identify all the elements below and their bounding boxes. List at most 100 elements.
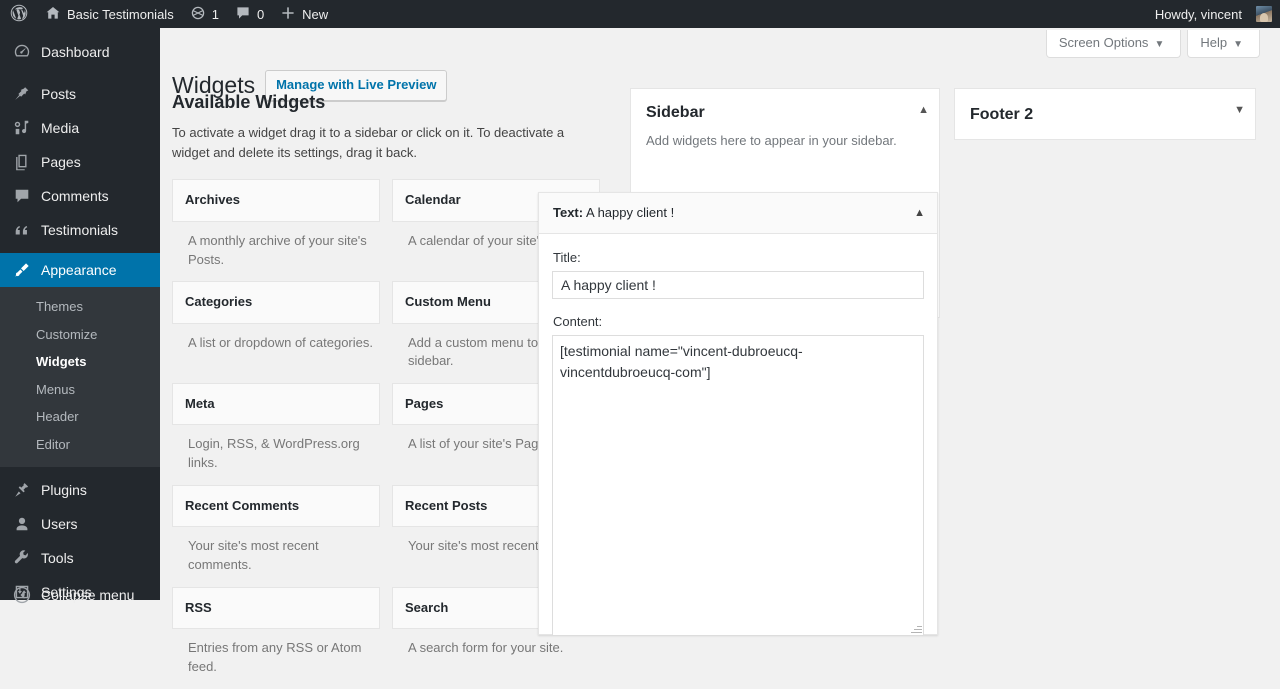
- chevron-up-icon[interactable]: ▲: [918, 105, 929, 116]
- sidebar-item-label: Pages: [41, 154, 81, 170]
- sidebar-item-label: Posts: [41, 86, 77, 102]
- page-body: Screen Options ▼ Help ▼ Widgets Manage wit…: [160, 28, 1280, 674]
- site-name-label: Basic Testimonials: [67, 6, 174, 22]
- text-widget-type-label: Text:: [553, 205, 584, 220]
- submenu-item-customize[interactable]: Customize: [0, 321, 160, 349]
- submenu-item-widgets[interactable]: Widgets: [0, 348, 160, 376]
- widget-description: Your site's most recent comments.: [188, 538, 319, 573]
- comments-count: 0: [256, 6, 265, 22]
- new-content-label: New: [302, 6, 329, 22]
- sidebar-widget-area-title: Sidebar: [646, 104, 705, 121]
- chevron-down-icon: ▼: [1233, 39, 1243, 50]
- sidebar-item-plugins[interactable]: Plugins: [0, 473, 160, 507]
- menu-spacer-top: [0, 28, 160, 35]
- widget-description: Login, RSS, & WordPress.org links.: [188, 436, 360, 471]
- text-widget-body: Title: Content: [testimonial name="vince…: [539, 234, 937, 637]
- title-input[interactable]: [552, 271, 924, 300]
- available-widgets-heading: Available Widgets: [172, 92, 326, 112]
- help-button[interactable]: Help ▼: [1187, 30, 1260, 59]
- comment-bubble-icon: [12, 186, 32, 206]
- submenu-item-editor[interactable]: Editor: [0, 431, 160, 459]
- sidebar-item-label: Dashboard: [41, 44, 110, 60]
- widget-cell: Archives A monthly archive of your site'…: [172, 179, 392, 281]
- pin-icon: [12, 84, 32, 104]
- pages-icon: [12, 152, 32, 172]
- sidebar-item-label: Tools: [41, 549, 74, 566]
- sidebar-item-label: Comments: [41, 188, 109, 204]
- sidebar-item-testimonials[interactable]: Testimonials: [0, 213, 160, 247]
- new-content-button[interactable]: New: [272, 0, 336, 28]
- menu-separator: [0, 69, 160, 77]
- text-widget-header[interactable]: Text: A happy client ! ▲: [539, 193, 937, 234]
- wordpress-logo-icon: [10, 4, 28, 25]
- widget-description: A search form for your site.: [408, 640, 564, 656]
- content-textarea-wrap: [testimonial name="vincent-dubroeucq-vin…: [552, 335, 924, 637]
- avatar: [1256, 6, 1272, 22]
- screen-meta-links: Screen Options ▼ Help ▼: [1045, 30, 1260, 59]
- chevron-down-icon[interactable]: ▼: [1234, 105, 1245, 116]
- widget-meta[interactable]: Meta: [172, 383, 380, 426]
- sidebar-item-label: Users: [41, 515, 78, 532]
- sidebar-item-media[interactable]: Media: [0, 111, 160, 145]
- screen-options-label: Screen Options: [1058, 35, 1149, 50]
- widget-description: A list or dropdown of categories.: [188, 334, 373, 350]
- text-widget-panel: Text: A happy client ! ▲ Title: Content:…: [538, 192, 938, 637]
- footer2-widget-area: Footer 2 ▼: [954, 88, 1256, 140]
- available-widgets-description: To activate a widget drag it to a sideba…: [172, 125, 565, 161]
- widget-rss[interactable]: RSS: [172, 586, 380, 630]
- sidebar-item-label: Media: [41, 120, 80, 136]
- admin-bar: Basic Testimonials 1 0 New Howdy, vincen…: [0, 0, 1280, 28]
- sidebar-item-appearance[interactable]: Appearance: [0, 253, 168, 287]
- sidebar-item-users[interactable]: Users: [0, 507, 160, 541]
- paintbrush-icon: [12, 260, 32, 280]
- sidebar-item-label: Plugins: [41, 481, 87, 498]
- updates-button[interactable]: 1: [182, 0, 227, 28]
- content-textarea[interactable]: [testimonial name="vincent-dubroeucq-vin…: [552, 335, 924, 637]
- home-icon: [45, 5, 61, 24]
- appearance-submenu: Themes Customize Widgets Menus Header Ed…: [0, 287, 160, 467]
- widget-recent-comments[interactable]: Recent Comments: [172, 485, 380, 528]
- widget-description: Entries from any RSS or Atom feed.: [188, 640, 362, 674]
- my-account-menu[interactable]: Howdy, vincent: [1147, 0, 1280, 28]
- screen-options-button[interactable]: Screen Options ▼: [1045, 30, 1182, 59]
- widget-categories[interactable]: Categories: [172, 281, 380, 324]
- sidebar-item-dashboard[interactable]: Dashboard: [0, 35, 160, 69]
- collapse-menu-button[interactable]: Collapse menu: [0, 578, 160, 612]
- sidebar-item-label: Testimonials: [41, 222, 119, 238]
- submenu-item-header[interactable]: Header: [0, 403, 160, 431]
- sidebar-item-pages[interactable]: Pages: [0, 145, 160, 179]
- sidebar-widget-area-description: Add widgets here to appear in your sideb…: [646, 132, 897, 148]
- user-icon: [12, 514, 32, 534]
- widget-cell: Categories A list or dropdown of categor…: [172, 281, 392, 383]
- comments-button[interactable]: 0: [227, 0, 272, 28]
- chevron-up-icon[interactable]: ▲: [914, 208, 925, 219]
- widget-cell: RSS Entries from any RSS or Atom feed.: [172, 586, 392, 689]
- widget-description: A monthly archive of your site's Posts.: [188, 232, 367, 267]
- howdy-label: Howdy, vincent: [1154, 6, 1242, 22]
- sidebar-item-label: Appearance: [41, 262, 117, 278]
- content-field-label: Content:: [553, 314, 603, 330]
- updates-count: 1: [211, 6, 219, 22]
- media-icon: [12, 118, 32, 138]
- plus-icon: [280, 5, 296, 24]
- site-name-menu[interactable]: Basic Testimonials: [37, 0, 182, 28]
- wrench-icon: [12, 548, 32, 568]
- widget-cell: Meta Login, RSS, & WordPress.org links.: [172, 383, 392, 485]
- updates-icon: [190, 5, 206, 24]
- sidebar-widget-area-header[interactable]: Sidebar ▲ Add widgets here to appear in …: [631, 89, 939, 156]
- plugin-icon: [12, 480, 32, 500]
- wordpress-logo-button[interactable]: [0, 0, 37, 28]
- title-field-label: Title:: [553, 250, 581, 265]
- footer2-widget-area-title: Footer 2: [970, 106, 1034, 123]
- sidebar-item-comments[interactable]: Comments: [0, 179, 160, 213]
- widget-archives[interactable]: Archives: [172, 179, 380, 222]
- footer2-widget-area-header[interactable]: Footer 2 ▼: [955, 89, 1255, 140]
- admin-sidebar-menu: Dashboard Posts Media Pages Comments Tes…: [0, 28, 168, 604]
- widget-cell: Recent Comments Your site's most recent …: [172, 485, 392, 587]
- submenu-item-menus[interactable]: Menus: [0, 376, 160, 404]
- submenu-item-themes[interactable]: Themes: [0, 293, 160, 321]
- sidebar-item-posts[interactable]: Posts: [0, 77, 160, 111]
- sidebar-item-tools[interactable]: Tools: [0, 541, 160, 575]
- help-label: Help: [1200, 35, 1228, 50]
- dashboard-icon: [12, 42, 32, 62]
